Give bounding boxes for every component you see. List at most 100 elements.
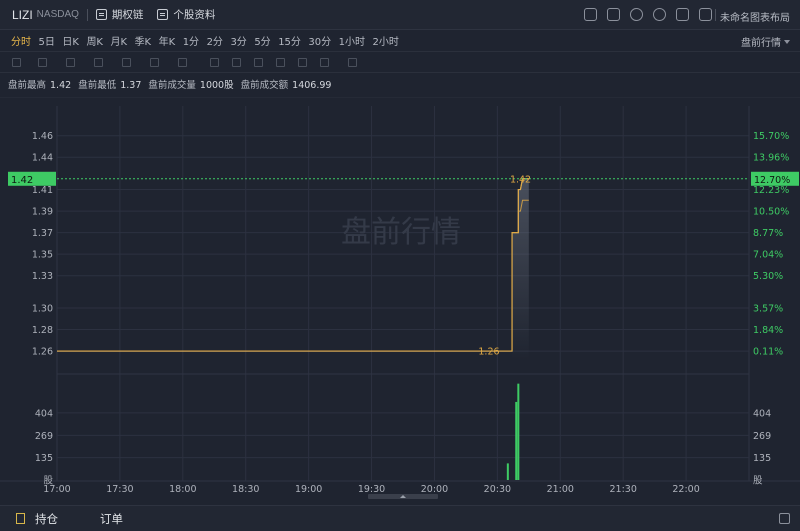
note-tool-icon[interactable] [178, 58, 187, 67]
period-weekly[interactable]: 周K [86, 33, 103, 48]
chevron-down-icon [784, 39, 790, 44]
volume-bar [515, 401, 518, 480]
fullscreen-icon[interactable] [676, 8, 689, 21]
restore-window-icon[interactable] [779, 513, 790, 524]
link-icon[interactable] [298, 58, 307, 67]
time-tick-label: 18:30 [232, 484, 259, 495]
price-tick-label: 1.30 [32, 303, 53, 314]
percent-tick-label: 3.57% [753, 303, 783, 314]
session-selector[interactable]: 盘前行情 [741, 34, 790, 49]
pattern-tool-icon[interactable] [66, 58, 75, 67]
company-profile-label: 个股资料 [173, 9, 216, 21]
company-profile-link[interactable]: 个股资料 [157, 7, 215, 22]
price-tick-label: 1.41 [32, 185, 53, 196]
watermark-text: 盘前行情 [341, 215, 461, 250]
options-chain-link[interactable]: 期权链 [95, 7, 144, 22]
price-tick-label: 1.37 [32, 228, 53, 239]
period-5min[interactable]: 5分 [254, 33, 270, 48]
trash-icon[interactable] [348, 58, 357, 67]
price-tick-label: 1.33 [32, 271, 53, 282]
refresh-icon[interactable] [630, 8, 643, 21]
price-tick-label: 1.35 [32, 250, 53, 261]
lock-icon[interactable] [254, 58, 263, 67]
period-1min[interactable]: 1分 [183, 33, 199, 48]
period-selector: 分时 5日 日K 周K 月K 季K 年K 1分 2分 3分 5分 15分 30分… [0, 30, 800, 50]
period-3min[interactable]: 3分 [230, 33, 246, 48]
volume-unit-label-right: 股 [753, 476, 763, 487]
volume-tick-label: 135 [35, 453, 53, 464]
volume-bar [506, 463, 509, 480]
price-chart[interactable]: 盘前行情 1.46 15.70% 1.44 13.96% 1.41 12.23% 1.39 10… [0, 97, 800, 505]
top-bar: LIZI NASDAQ 期权链 个股资料 未命名图表布局 [0, 0, 800, 30]
period-intraday[interactable]: 分时 [11, 33, 31, 48]
price-tick-label: 1.46 [32, 131, 53, 142]
percent-tick-label: 8.77% [753, 228, 783, 239]
bottom-bar: 持仓 订单 [0, 505, 800, 531]
magnet-icon[interactable] [232, 58, 241, 67]
percent-tick-label: 1.84% [753, 325, 783, 336]
eye-icon[interactable] [276, 58, 285, 67]
percent-tick-label: 5.30% [753, 271, 783, 282]
ticker-symbol[interactable]: LIZI [12, 8, 33, 22]
options-chain-label: 期权链 [111, 9, 144, 21]
period-2min[interactable]: 2分 [207, 33, 223, 48]
period-daily[interactable]: 日K [62, 33, 79, 48]
arrow-tool-icon[interactable] [122, 58, 131, 67]
price-tick-label: 1.26 [32, 347, 53, 358]
period-5d[interactable]: 5日 [39, 33, 55, 48]
percent-tick-label: 13.96% [753, 153, 789, 164]
tab-orders[interactable]: 订单 [100, 511, 123, 527]
document-icon [157, 9, 169, 20]
volume-tick-label-right: 269 [753, 431, 771, 442]
time-tick-label: 21:30 [609, 484, 636, 495]
premarket-stats: 盘前最高 1.42 盘前最低 1.37 盘前成交量 1000股 盘前成交额 1406.9… [8, 77, 335, 91]
percent-tick-label: 15.70% [753, 131, 789, 142]
copy-icon[interactable] [320, 58, 329, 67]
options-chain-icon [95, 9, 107, 20]
time-tick-label: 19:30 [358, 484, 385, 495]
volume-bar [517, 383, 520, 480]
tab-positions[interactable]: 持仓 [16, 511, 58, 527]
exchange-label: NASDAQ [36, 9, 79, 20]
text-tool-icon[interactable] [150, 58, 159, 67]
time-tick-label: 18:00 [169, 484, 196, 495]
display-icon[interactable] [584, 8, 597, 21]
period-30min[interactable]: 30分 [308, 33, 331, 48]
time-tick-label: 20:30 [484, 484, 511, 495]
volume-tick-label-right: 135 [753, 453, 771, 464]
settings-icon[interactable] [653, 8, 666, 21]
volume-tick-label-right: 404 [753, 408, 771, 419]
high-label: 盘前最高 [8, 80, 47, 91]
low-value: 1.37 [120, 80, 142, 91]
line-tool-icon[interactable] [12, 58, 21, 67]
window-icon[interactable] [699, 8, 712, 21]
session-label: 盘前行情 [741, 38, 781, 49]
divider [715, 9, 716, 21]
time-tick-label: 17:00 [43, 484, 70, 495]
period-1hour[interactable]: 1小时 [339, 33, 365, 48]
time-tick-label: 22:00 [672, 484, 699, 495]
period-2hour[interactable]: 2小时 [373, 33, 399, 48]
period-15min[interactable]: 15分 [278, 33, 301, 48]
time-tick-label: 20:00 [421, 484, 448, 495]
period-quarterly[interactable]: 季K [135, 33, 152, 48]
pencil-icon[interactable] [607, 8, 620, 21]
positions-label: 持仓 [35, 511, 58, 526]
percent-tick-label: 12.23% [753, 185, 789, 196]
period-yearly[interactable]: 年K [159, 33, 176, 48]
period-monthly[interactable]: 月K [111, 33, 128, 48]
drawing-toolbar [0, 51, 800, 73]
low-label: 盘前最低 [78, 80, 117, 91]
layout-name[interactable]: 未命名图表布局 [720, 9, 790, 24]
divider [86, 8, 88, 21]
current-percent-label: 12.70% [754, 175, 790, 186]
volume-tick-label: 404 [35, 408, 53, 419]
price-tick-label: 1.44 [32, 153, 53, 164]
fib-tool-icon[interactable] [94, 58, 103, 67]
percent-tick-label: 0.11% [753, 347, 783, 358]
price-annotation: 1.26 [478, 347, 499, 358]
price-annotation: 1.42 [510, 174, 531, 185]
price-tick-label: 1.39 [32, 207, 53, 218]
ruler-icon[interactable] [210, 58, 219, 67]
rect-tool-icon[interactable] [38, 58, 47, 67]
